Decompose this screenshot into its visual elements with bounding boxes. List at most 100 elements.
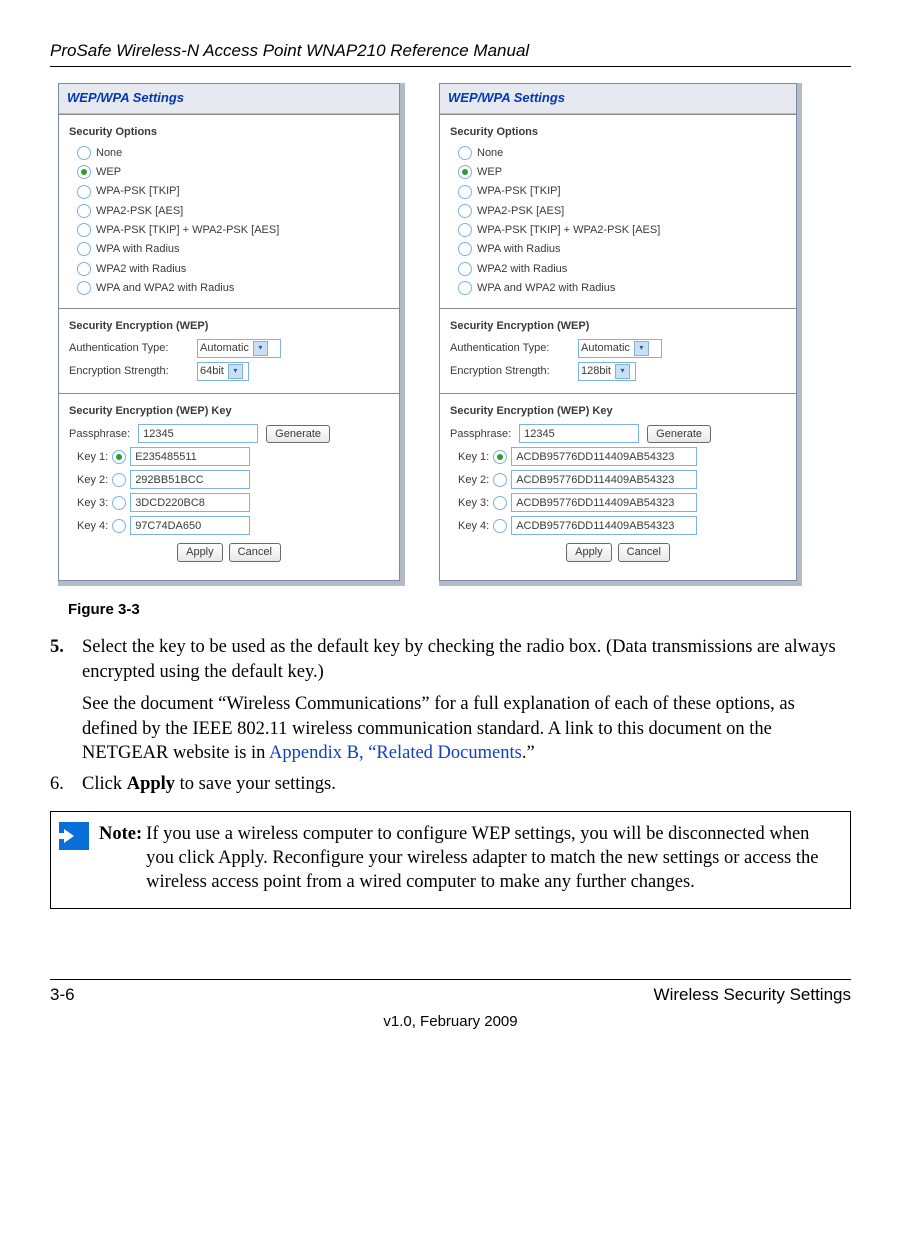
section-security-options-left: Security Options None WEP WPA-PSK [TKIP]… [59,114,399,308]
section-title-options: Security Options [69,121,389,143]
section-security-options-right: Security Options None WEP WPA-PSK [TKIP]… [440,114,796,308]
key3-input[interactable]: 3DCD220BC8 [130,493,250,512]
key4-input[interactable]: ACDB95776DD114409AB54323 [511,516,697,535]
section-wep-key-right: Security Encryption (WEP) Key Passphrase… [440,393,796,580]
radio-icon [458,223,472,237]
figure-panels: WEP/WPA Settings Security Options None W… [58,83,851,585]
opt-label: WPA with Radius [96,242,180,256]
opt-wpa-wpa2-radius[interactable]: WPA and WPA2 with Radius [450,278,786,297]
key2-radio[interactable] [112,473,126,487]
opt-label: WPA-PSK [TKIP] [96,184,180,198]
step6-text: Click Apply to save your settings. [82,772,336,797]
key1-label: Key 1: [77,450,108,464]
opt-wpa2-radius[interactable]: WPA2 with Radius [69,259,389,278]
radio-icon [77,165,91,179]
opt-wep[interactable]: WEP [69,163,389,182]
step-6: 6. Click Apply to save your settings. [50,772,851,797]
section-wep-key-left: Security Encryption (WEP) Key Passphrase… [59,393,399,580]
passphrase-input[interactable]: 12345 [138,424,258,443]
radio-icon [458,204,472,218]
section-security-encryption-left: Security Encryption (WEP) Authentication… [59,308,399,393]
key2-label: Key 2: [458,473,489,487]
opt-wpapsk-tkip-wpa2psk-aes[interactable]: WPA-PSK [TKIP] + WPA2-PSK [AES] [450,220,786,239]
radio-icon [77,223,91,237]
cancel-button[interactable]: Cancel [229,543,281,561]
panel-left-shadow: WEP/WPA Settings Security Options None W… [58,83,405,585]
key4-input[interactable]: 97C74DA650 [130,516,250,535]
step6-pre: Click [82,774,127,794]
key3-row: Key 3: ACDB95776DD114409AB54323 [458,491,786,514]
key3-radio[interactable] [493,496,507,510]
radio-icon [77,262,91,276]
opt-label: WPA-PSK [TKIP] + WPA2-PSK [AES] [96,223,279,237]
key4-label: Key 4: [458,519,489,533]
opt-wpa2-radius[interactable]: WPA2 with Radius [450,259,786,278]
chevron-down-icon: ▾ [634,341,649,356]
key3-input[interactable]: ACDB95776DD114409AB54323 [511,493,697,512]
appendix-b-link[interactable]: Appendix B, “Related Documents [269,743,522,763]
generate-button[interactable]: Generate [266,425,330,443]
radio-icon [458,165,472,179]
opt-wpa2psk-aes[interactable]: WPA2-PSK [AES] [69,201,389,220]
key1-radio[interactable] [112,450,126,464]
step-5: 5. Select the key to be used as the defa… [50,635,851,766]
select-value: 128bit [581,364,611,378]
key1-row: Key 1: E235485511 [77,445,389,468]
auth-type-select[interactable]: Automatic ▾ [197,339,281,358]
enc-strength-select[interactable]: 128bit ▾ [578,362,636,381]
key1-input[interactable]: E235485511 [130,447,250,466]
key1-input[interactable]: ACDB95776DD114409AB54323 [511,447,697,466]
apply-button[interactable]: Apply [566,543,612,561]
select-value: Automatic [581,341,630,355]
note-box: Note: If you use a wireless computer to … [50,811,851,909]
opt-label: WEP [96,165,121,179]
key4-radio[interactable] [493,519,507,533]
opt-wpa-radius[interactable]: WPA with Radius [69,240,389,259]
apply-button[interactable]: Apply [177,543,223,561]
opt-wpa-wpa2-radius[interactable]: WPA and WPA2 with Radius [69,278,389,297]
section-title-options: Security Options [450,121,786,143]
opt-wep[interactable]: WEP [450,163,786,182]
radio-icon [458,262,472,276]
opt-wpa-radius[interactable]: WPA with Radius [450,240,786,259]
opt-label: WPA and WPA2 with Radius [477,281,615,295]
passphrase-label: Passphrase: [69,427,130,441]
step6-bold: Apply [127,774,175,794]
opt-wpapsk-tkip[interactable]: WPA-PSK [TKIP] [69,182,389,201]
key4-radio[interactable] [112,519,126,533]
chevron-down-icon: ▾ [615,364,630,379]
generate-button[interactable]: Generate [647,425,711,443]
key3-radio[interactable] [112,496,126,510]
opt-label: None [96,146,122,160]
key1-row: Key 1: ACDB95776DD114409AB54323 [458,445,786,468]
key1-label: Key 1: [458,450,489,464]
chevron-down-icon: ▾ [228,364,243,379]
key2-radio[interactable] [493,473,507,487]
section-security-encryption-right: Security Encryption (WEP) Authentication… [440,308,796,393]
key2-input[interactable]: ACDB95776DD114409AB54323 [511,470,697,489]
note-text: Note: If you use a wireless computer to … [99,812,850,908]
key1-radio[interactable] [493,450,507,464]
enc-strength-select[interactable]: 64bit ▾ [197,362,249,381]
opt-label: WPA with Radius [477,242,561,256]
footer-version: v1.0, February 2009 [50,1012,851,1032]
opt-none[interactable]: None [69,143,389,162]
cancel-button[interactable]: Cancel [618,543,670,561]
enc-strength-label: Encryption Strength: [450,364,570,378]
wep-panel-right: WEP/WPA Settings Security Options None W… [439,83,797,580]
opt-wpa2psk-aes[interactable]: WPA2-PSK [AES] [450,201,786,220]
radio-icon [77,146,91,160]
opt-wpapsk-tkip[interactable]: WPA-PSK [TKIP] [450,182,786,201]
opt-wpapsk-tkip-wpa2psk-aes[interactable]: WPA-PSK [TKIP] + WPA2-PSK [AES] [69,220,389,239]
passphrase-input[interactable]: 12345 [519,424,639,443]
section-title-wep: Security Encryption (WEP) [450,315,786,337]
opt-label: WPA-PSK [TKIP] [477,184,561,198]
auth-type-select[interactable]: Automatic ▾ [578,339,662,358]
key2-input[interactable]: 292BB51BCC [130,470,250,489]
radio-icon [458,185,472,199]
opt-label: WPA2-PSK [AES] [96,204,183,218]
step6-number: 6. [50,772,68,797]
panel-title-right: WEP/WPA Settings [440,84,796,114]
radio-icon [77,281,91,295]
opt-none[interactable]: None [450,143,786,162]
